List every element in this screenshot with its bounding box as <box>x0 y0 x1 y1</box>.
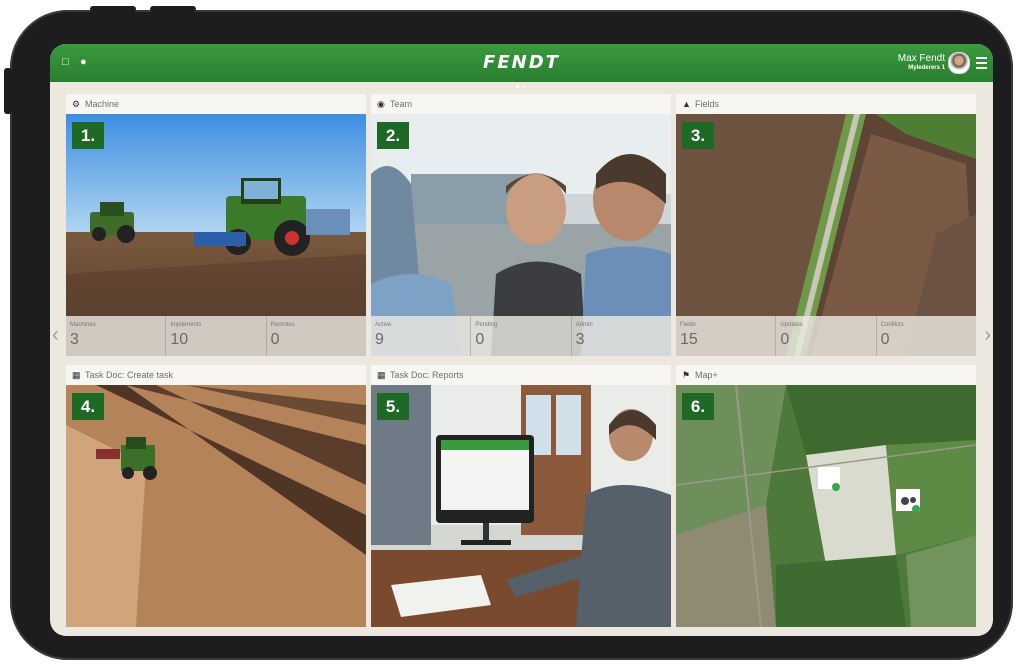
person-icon: ◉ <box>377 99 385 109</box>
create-task-image <box>66 385 366 627</box>
stat-label: Updates <box>780 322 803 328</box>
tile-create-task[interactable]: ▦ Task Doc: Create task 4. <box>66 365 366 627</box>
fendt-logo: FENDT <box>483 52 560 73</box>
stat-value: 3 <box>575 331 585 348</box>
tile-number: 1. <box>72 122 104 149</box>
top-bar: □ ● FENDT Max Fendt Mylederers 1 <box>50 44 993 88</box>
farm-name: Mylederers 1 <box>908 65 945 71</box>
stat-value: 0 <box>270 331 280 348</box>
stat-value: 0 <box>880 331 890 348</box>
previous-arrow-icon[interactable]: ‹ <box>52 324 59 347</box>
stat-value: 0 <box>780 331 790 348</box>
map-image <box>676 385 976 627</box>
tile-title: Map+ <box>695 370 718 380</box>
stat-value: 15 <box>680 331 698 348</box>
document-icon: ▦ <box>377 370 386 380</box>
screen: □ ● FENDT Max Fendt Mylederers 1 ⚙ Machin… <box>50 44 993 636</box>
tile-fields[interactable]: ▲ Fields 3. Fields 15 Updates 0 Conflicts 0 <box>676 94 976 356</box>
stat-value: 0 <box>475 331 485 348</box>
field-icon: ▲ <box>682 99 691 109</box>
tile-title: Task Doc: Create task <box>85 370 174 380</box>
stat-label: Machines <box>70 322 96 328</box>
stat-value: 10 <box>170 331 189 348</box>
tablet-side-button <box>4 68 12 114</box>
tile-machine[interactable]: ⚙ Machine 1. Machines 3 Implements 10 Re… <box>66 94 366 356</box>
page-indicator <box>514 75 528 93</box>
stat-label: Conflicts <box>880 322 904 328</box>
tile-title: Fields <box>695 99 720 109</box>
stat-label: Implements <box>170 322 202 328</box>
tablet-button <box>90 6 136 12</box>
stat-label: Remotes <box>270 322 295 328</box>
next-arrow-icon[interactable]: › <box>984 324 991 347</box>
tile-team[interactable]: ◉ Team 2. Active 9 Pending 0 Admin 3 <box>371 94 671 356</box>
avatar[interactable] <box>948 52 970 74</box>
tile-number: 5. <box>377 393 409 420</box>
tile-number: 3. <box>682 122 714 149</box>
tile-number: 2. <box>377 122 409 149</box>
stat-label: Active <box>375 322 392 328</box>
user-info[interactable]: Max Fendt Mylederers 1 <box>898 53 945 72</box>
user-name: Max Fendt <box>897 53 945 64</box>
tile-title: Team <box>390 99 413 109</box>
tile-reports[interactable]: ▦ Task Doc: Reports 5. <box>371 365 671 627</box>
tablet-button <box>150 6 196 12</box>
document-icon: ▦ <box>72 370 81 380</box>
reports-image <box>371 385 671 627</box>
stats-bar: Active 9 Pending 0 Admin 3 <box>371 316 671 356</box>
stat-label: Admin <box>575 322 593 328</box>
tile-title: Machine <box>85 99 120 109</box>
menu-icon[interactable] <box>976 57 987 69</box>
stat-value: 3 <box>70 331 79 348</box>
stats-bar: Machines 3 Implements 10 Remotes 0 <box>66 316 366 356</box>
stat-value: 9 <box>375 331 384 348</box>
stat-label: Fields <box>680 322 697 328</box>
tile-number: 6. <box>682 393 714 420</box>
tractor-icon: ⚙ <box>72 99 81 109</box>
tile-map[interactable]: ⚑ Map+ 6. <box>676 365 976 627</box>
stats-bar: Fields 15 Updates 0 Conflicts 0 <box>676 316 976 356</box>
tile-number: 4. <box>72 393 104 420</box>
stat-label: Pending <box>475 322 498 328</box>
map-icon: ⚑ <box>682 370 691 380</box>
tile-title: Task Doc: Reports <box>390 370 464 380</box>
